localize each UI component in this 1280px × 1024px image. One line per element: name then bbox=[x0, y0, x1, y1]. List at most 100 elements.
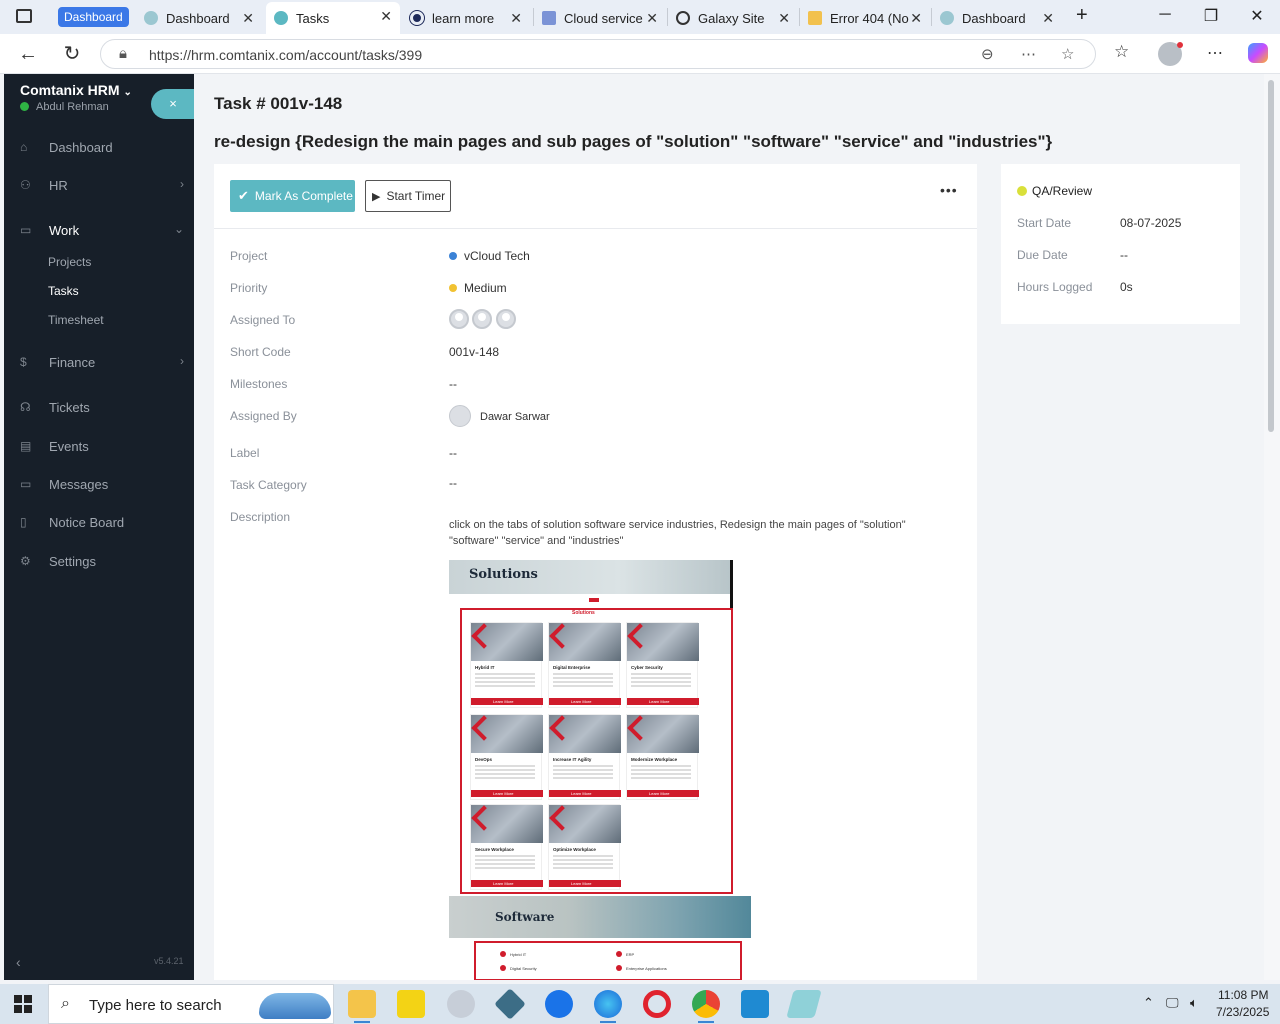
close-icon[interactable]: ✕ bbox=[242, 10, 254, 27]
network-icon[interactable]: 🖵︎ bbox=[1166, 995, 1179, 1011]
close-icon[interactable]: ✕ bbox=[910, 10, 922, 27]
assigner-name[interactable]: Dawar Sarwar bbox=[480, 411, 550, 423]
close-icon[interactable]: ✕ bbox=[1042, 10, 1054, 27]
tab-dashboard-1[interactable]: Dashboard ✕ bbox=[136, 4, 262, 32]
close-icon[interactable]: ✕ bbox=[646, 10, 658, 27]
more-options-icon[interactable]: ••• bbox=[940, 182, 958, 198]
refresh-icon[interactable]: ↻ bbox=[60, 42, 84, 66]
mark-complete-button[interactable]: ✔ Mark As Complete bbox=[230, 180, 355, 212]
scrollbar-thumb[interactable] bbox=[1268, 80, 1274, 432]
tab-dashboard-2[interactable]: Dashboard ✕ bbox=[932, 4, 1062, 32]
sidebar-item-notice-board[interactable]: ▯ Notice Board bbox=[4, 511, 194, 535]
solution-tile: Digital Enterprise Learn More bbox=[548, 622, 621, 708]
favorites-icon[interactable]: ☆ bbox=[1114, 42, 1129, 62]
bullet-icon bbox=[500, 951, 506, 957]
search-icon: ⌕ bbox=[61, 995, 70, 1012]
users-icon: ⚇ bbox=[20, 178, 31, 192]
task-category-value: -- bbox=[449, 476, 457, 490]
sidebar-item-dashboard[interactable]: ⌂ Dashboard bbox=[4, 136, 194, 160]
assigned-by-label: Assigned By bbox=[230, 409, 297, 423]
windows-start-icon[interactable] bbox=[14, 995, 32, 1013]
hrm-icon bbox=[940, 11, 954, 25]
tile-photo bbox=[471, 715, 543, 753]
sidebar-subitem-tasks[interactable]: Tasks bbox=[48, 284, 79, 298]
edge-browser-icon[interactable] bbox=[594, 990, 622, 1023]
paint-icon[interactable] bbox=[447, 990, 475, 1018]
tab-actions-icon[interactable] bbox=[16, 9, 32, 23]
sidebar-item-work[interactable]: ▭ Work ⌄ bbox=[4, 219, 194, 243]
assigner-avatar[interactable] bbox=[449, 405, 471, 427]
tab-tasks[interactable]: Tasks ✕ bbox=[266, 2, 400, 34]
tab-error-404[interactable]: Error 404 (No ✕ bbox=[800, 4, 930, 32]
brand-name[interactable]: Comtanix HRM ⌄ bbox=[20, 82, 132, 98]
vscode-icon[interactable] bbox=[741, 990, 769, 1018]
start-timer-button[interactable]: ▶ Start Timer bbox=[365, 180, 451, 212]
tab-group-chip[interactable]: Dashboard bbox=[58, 7, 129, 27]
favorite-star-icon[interactable]: ☆ bbox=[1061, 45, 1074, 63]
sidebar-item-tickets[interactable]: ☊ Tickets bbox=[4, 396, 194, 420]
sidebar-item-events[interactable]: ▤ Events bbox=[4, 435, 194, 459]
tile-photo bbox=[471, 623, 543, 661]
zoom-app-icon[interactable] bbox=[545, 990, 573, 1018]
assignee-avatar[interactable] bbox=[496, 309, 516, 329]
sidebar-item-finance[interactable]: $ Finance › bbox=[4, 351, 194, 375]
task-number: Task # 001v-148 bbox=[214, 94, 343, 113]
url-field[interactable]: 🔒︎ https://hrm.comtanix.com/account/task… bbox=[100, 39, 1096, 69]
tray-chevron-up-icon[interactable]: ⌃ bbox=[1143, 995, 1154, 1011]
opera-icon[interactable] bbox=[643, 990, 671, 1018]
notepad-icon[interactable] bbox=[786, 990, 822, 1018]
tile-text-line bbox=[475, 777, 535, 779]
new-tab-icon[interactable]: + bbox=[1076, 4, 1088, 27]
sidebar-item-settings[interactable]: ⚙ Settings bbox=[4, 550, 194, 574]
minimize-icon[interactable]: ─ bbox=[1150, 6, 1180, 24]
clock-date[interactable]: 7/23/2025 bbox=[1216, 1005, 1269, 1019]
read-aloud-icon[interactable]: ⋯ bbox=[1021, 45, 1036, 63]
priority-value: Medium bbox=[449, 281, 507, 295]
copilot-icon[interactable] bbox=[1248, 43, 1268, 63]
solution-tile: Increase IT Agility Learn More bbox=[548, 714, 621, 800]
solution-tile: DevOps Learn More bbox=[470, 714, 543, 800]
clock-time[interactable]: 11:08 PM bbox=[1218, 988, 1268, 1002]
tab-cloud-service[interactable]: Cloud service ✕ bbox=[534, 4, 666, 32]
more-menu-icon[interactable]: ⋯ bbox=[1207, 43, 1223, 63]
close-icon[interactable]: ✕ bbox=[778, 10, 790, 27]
sidebar-close-button[interactable]: × bbox=[151, 89, 195, 119]
divider bbox=[730, 560, 733, 608]
assignee-avatar[interactable] bbox=[472, 309, 492, 329]
windows-taskbar: ⌕ Type here to search ⌃ 🖵︎ 🔈︎ 11:08 PM 7… bbox=[0, 984, 1280, 1024]
close-icon[interactable]: ✕ bbox=[510, 10, 522, 27]
restore-icon[interactable]: ❐ bbox=[1196, 6, 1226, 26]
assignee-avatar[interactable] bbox=[449, 309, 469, 329]
w-icon bbox=[808, 11, 822, 25]
sidebar-subitem-timesheet[interactable]: Timesheet bbox=[48, 313, 104, 327]
learn-more-label: Learn More bbox=[571, 699, 592, 704]
zoom-icon[interactable]: ⊖ bbox=[981, 45, 994, 63]
due-date-value: -- bbox=[1120, 248, 1128, 262]
chrome-icon[interactable] bbox=[692, 990, 720, 1023]
play-icon: ▶ bbox=[372, 190, 381, 203]
window-close-icon[interactable]: ✕ bbox=[1242, 6, 1272, 26]
taskbar-search[interactable]: ⌕ Type here to search bbox=[48, 984, 334, 1024]
project-value[interactable]: vCloud Tech bbox=[449, 249, 530, 263]
dollar-icon: $ bbox=[20, 355, 27, 369]
collapse-sidebar-icon[interactable]: ‹ bbox=[16, 954, 21, 970]
description-image[interactable]: Solutions Solutions Hybrid IT Learn More D… bbox=[449, 560, 751, 980]
sidebar-item-hr[interactable]: ⚇ HR › bbox=[4, 174, 194, 198]
sidebar-item-messages[interactable]: ▭ Messages bbox=[4, 473, 194, 497]
tile-text-line bbox=[631, 673, 691, 675]
status-badge[interactable]: QA/Review bbox=[1032, 184, 1092, 198]
tab-learn-more[interactable]: learn more ✕ bbox=[402, 4, 530, 32]
sidebar: Comtanix HRM ⌄ Abdul Rehman × ⌂ Dashboar… bbox=[4, 74, 195, 980]
close-icon[interactable]: ✕ bbox=[380, 8, 392, 25]
app-diamond-icon[interactable] bbox=[494, 988, 526, 1020]
sidebar-subitem-projects[interactable]: Projects bbox=[48, 255, 91, 269]
file-explorer-icon[interactable] bbox=[348, 990, 376, 1023]
sticky-notes-icon[interactable] bbox=[397, 990, 425, 1018]
lock-icon[interactable]: 🔒︎ bbox=[119, 45, 127, 62]
volume-icon[interactable]: 🔈︎ bbox=[1190, 995, 1198, 1011]
tab-galaxy-site[interactable]: Galaxy Site ✕ bbox=[668, 4, 798, 32]
tile-text-line bbox=[553, 681, 613, 683]
description-label: Description bbox=[230, 510, 291, 524]
back-icon[interactable]: ← bbox=[16, 42, 40, 66]
tile-photo bbox=[627, 715, 699, 753]
